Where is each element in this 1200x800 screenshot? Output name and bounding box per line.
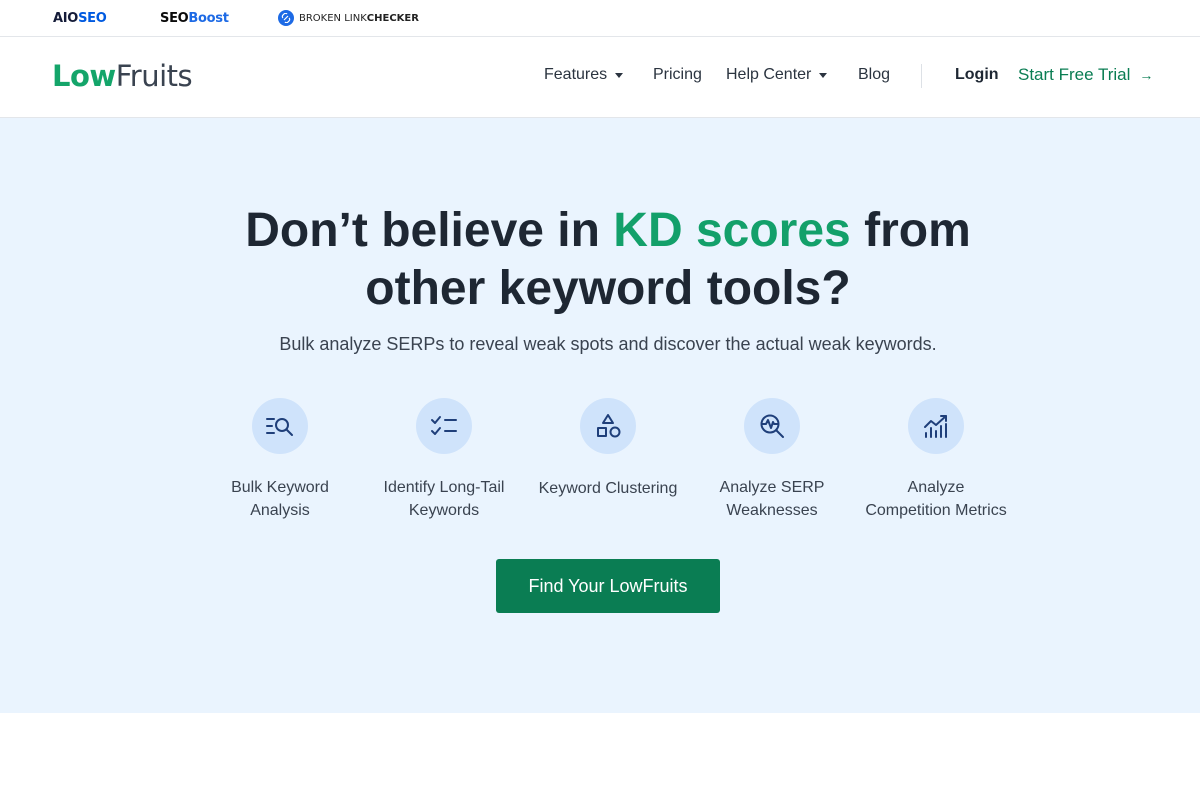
hero-subheadline: Bulk analyze SERPs to reveal weak spots … bbox=[279, 334, 937, 354]
blc-logo-text-1: BROKEN LINK bbox=[299, 12, 367, 24]
broken-link-checker-logo-link[interactable]: BROKEN LINK CHECKER bbox=[278, 10, 419, 26]
nav-divider bbox=[921, 64, 922, 88]
feature-line1: Keyword Clustering bbox=[538, 480, 678, 497]
feature-bulk-keyword-analysis: Bulk Keyword Analysis bbox=[205, 398, 355, 522]
feature-label: Keyword Clustering bbox=[533, 477, 683, 500]
seoboost-logo-link[interactable]: SEO Boost bbox=[160, 10, 229, 26]
start-free-trial-link[interactable]: Start Free Trial → bbox=[1018, 65, 1153, 85]
hero-section: Don’t believe in KD scores from other ke… bbox=[0, 118, 1200, 713]
feature-competition-metrics: Analyze Competition Metrics bbox=[861, 398, 1011, 522]
headline-line2: other keyword tools? bbox=[365, 262, 851, 315]
logo-text-fruits: Fruits bbox=[115, 59, 193, 93]
feature-keyword-clustering: Keyword Clustering bbox=[533, 398, 683, 500]
chevron-down-icon bbox=[819, 72, 828, 78]
feature-line2: Weaknesses bbox=[726, 502, 818, 519]
feature-line2: Analysis bbox=[250, 502, 310, 519]
checklist-icon bbox=[416, 398, 472, 454]
brand-bar: AIO SEO SEO Boost BROKEN LINK CHECKER bbox=[0, 0, 1200, 37]
shapes-icon bbox=[580, 398, 636, 454]
chart-trend-icon bbox=[908, 398, 964, 454]
feature-label: Analyze Competition Metrics bbox=[861, 476, 1011, 522]
nav-blog[interactable]: Blog bbox=[858, 66, 890, 84]
login-label: Login bbox=[955, 66, 999, 83]
logo-text-low: Low bbox=[52, 59, 116, 93]
nav-pricing[interactable]: Pricing bbox=[653, 66, 702, 84]
headline-pre: Don’t believe in bbox=[245, 204, 614, 257]
feature-line1: Bulk Keyword bbox=[231, 479, 329, 496]
feature-label: Bulk Keyword Analysis bbox=[205, 476, 355, 522]
aioseo-logo-link[interactable]: AIO SEO bbox=[53, 10, 107, 26]
feature-line1: Identify Long-Tail bbox=[383, 479, 505, 496]
site-header: Low Fruits Features Pricing Help Center B… bbox=[0, 37, 1200, 118]
seoboost-logo-text-1: SEO bbox=[160, 10, 189, 26]
login-link[interactable]: Login bbox=[955, 66, 999, 84]
aioseo-logo-text-1: AIO bbox=[53, 10, 79, 26]
feature-serp-weaknesses: Analyze SERP Weaknesses bbox=[697, 398, 847, 522]
feature-line1: Analyze bbox=[907, 479, 965, 496]
blc-logo-text-2: CHECKER bbox=[366, 12, 419, 24]
seoboost-logo-text-2: Boost bbox=[188, 10, 229, 26]
nav-help-center-label: Help Center bbox=[726, 66, 812, 83]
trial-label: Start Free Trial bbox=[1018, 65, 1131, 84]
nav-pricing-label: Pricing bbox=[653, 66, 702, 83]
feature-label: Analyze SERP Weaknesses bbox=[697, 476, 847, 522]
nav-help-center[interactable]: Help Center bbox=[726, 66, 828, 84]
link-icon bbox=[278, 10, 294, 26]
headline-accent: KD scores bbox=[613, 204, 851, 257]
chevron-down-icon bbox=[615, 72, 624, 78]
aioseo-logo-text-2: SEO bbox=[78, 10, 107, 26]
bulk-search-icon bbox=[252, 398, 308, 454]
pulse-search-icon bbox=[744, 398, 800, 454]
feature-line1: Analyze SERP bbox=[719, 479, 825, 496]
arrow-right-icon: → bbox=[1139, 67, 1154, 83]
find-your-lowfruits-button[interactable]: Find Your LowFruits bbox=[496, 559, 720, 613]
feature-line2: Competition Metrics bbox=[865, 502, 1007, 519]
headline-mid: from bbox=[850, 204, 971, 257]
feature-label: Identify Long-Tail Keywords bbox=[369, 476, 519, 522]
feature-line2: Keywords bbox=[408, 502, 480, 519]
hero-headline: Don’t believe in KD scores from other ke… bbox=[0, 202, 1200, 318]
lowfruits-logo[interactable]: Low Fruits bbox=[52, 59, 193, 93]
nav-features-label: Features bbox=[544, 66, 608, 83]
feature-long-tail-keywords: Identify Long-Tail Keywords bbox=[369, 398, 519, 522]
nav-features[interactable]: Features bbox=[544, 66, 624, 84]
nav-blog-label: Blog bbox=[858, 66, 891, 83]
